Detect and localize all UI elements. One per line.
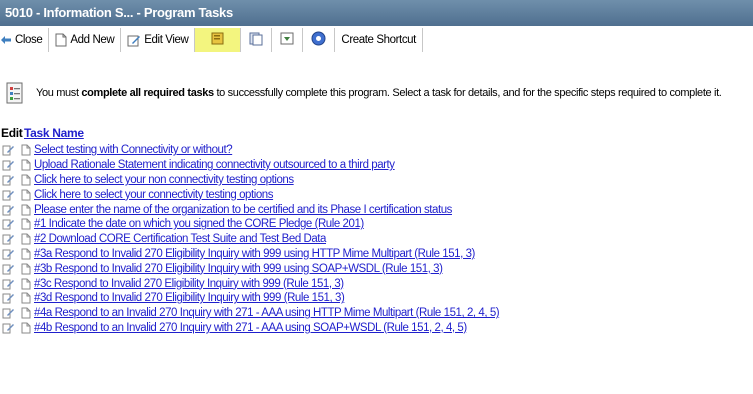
edit-view-button[interactable]: Edit View	[121, 28, 196, 52]
list-item: #2 Download CORE Certification Test Suit…	[0, 232, 753, 247]
note-icon	[211, 32, 225, 48]
task-link[interactable]: #3c Respond to Invalid 270 Eligibility I…	[34, 278, 344, 290]
create-shortcut-button[interactable]: Create Shortcut	[335, 28, 423, 52]
help-icon	[311, 31, 326, 49]
toolbar: Close Add New Edit View Create Shortcut	[0, 28, 753, 52]
task-link[interactable]: #4a Respond to an Invalid 270 Inquiry wi…	[34, 307, 500, 319]
task-link[interactable]: #3b Respond to Invalid 270 Eligibility I…	[34, 263, 443, 275]
list-item: Please enter the name of the organizatio…	[0, 202, 753, 217]
document-icon	[17, 233, 34, 245]
document-icon	[17, 144, 34, 156]
window-title: 5010 - Information S... - Program Tasks	[0, 0, 753, 26]
document-icon	[17, 218, 34, 230]
document-icon	[17, 189, 34, 201]
task-link[interactable]: Click here to select your connectivity t…	[34, 189, 274, 201]
list-item: #3a Respond to Invalid 270 Eligibility I…	[0, 247, 753, 262]
edit-view-icon	[127, 34, 141, 47]
help-button[interactable]	[303, 28, 336, 52]
highlighted-tool-button[interactable]	[195, 28, 242, 52]
task-link[interactable]: #1 Indicate the date on which you signed…	[34, 218, 364, 230]
list-item: #1 Indicate the date on which you signed…	[0, 217, 753, 232]
task-link[interactable]: Upload Rationale Statement indicating co…	[34, 159, 395, 171]
task-link[interactable]: #2 Download CORE Certification Test Suit…	[34, 233, 326, 245]
document-icon	[17, 292, 34, 304]
list-item: Click here to select your non connectivi…	[0, 173, 753, 188]
info-suffix: to successfully complete this program. S…	[213, 87, 722, 99]
info-message: You must complete all required tasks to …	[30, 87, 722, 99]
document-icon	[17, 278, 34, 290]
edit-pencil-icon[interactable]	[0, 278, 17, 290]
info-prefix: You must	[36, 87, 82, 99]
new-document-icon	[55, 33, 67, 47]
edit-pencil-icon[interactable]	[0, 248, 17, 260]
task-link[interactable]: Click here to select your non connectivi…	[34, 174, 294, 186]
create-shortcut-label: Create Shortcut	[341, 34, 416, 46]
close-label: Close	[15, 34, 43, 46]
view-options-button[interactable]	[241, 28, 273, 52]
edit-pencil-icon[interactable]	[0, 204, 17, 216]
info-emphasis: complete all required tasks	[81, 87, 214, 99]
document-icon	[17, 159, 34, 171]
document-icon	[17, 174, 34, 186]
task-link[interactable]: #3d Respond to Invalid 270 Eligibility I…	[34, 292, 345, 304]
list-header: Edit Task Name	[0, 126, 84, 142]
close-button[interactable]: Close	[0, 28, 50, 52]
list-item: Click here to select your connectivity t…	[0, 187, 753, 202]
document-icon	[17, 307, 34, 319]
task-name-sort-link[interactable]: Task Name	[24, 126, 84, 142]
pages-icon	[249, 32, 263, 49]
task-link[interactable]: Please enter the name of the organizatio…	[34, 204, 452, 216]
task-link[interactable]: #3a Respond to Invalid 270 Eligibility I…	[34, 248, 475, 260]
document-icon	[17, 248, 34, 260]
list-item: Upload Rationale Statement indicating co…	[0, 158, 753, 173]
task-list: Select testing with Connectivity or with…	[0, 143, 753, 335]
dropdown-box-icon	[280, 32, 294, 48]
edit-pencil-icon[interactable]	[0, 218, 17, 230]
document-icon	[17, 263, 34, 275]
list-item: Select testing with Connectivity or with…	[0, 143, 753, 158]
add-new-button[interactable]: Add New	[49, 28, 122, 52]
edit-pencil-icon[interactable]	[0, 159, 17, 171]
edit-pencil-icon[interactable]	[0, 144, 17, 156]
list-item: #4b Respond to an Invalid 270 Inquiry wi…	[0, 321, 753, 336]
edit-view-label: Edit View	[144, 34, 189, 46]
info-banner: You must complete all required tasks to …	[0, 78, 753, 108]
edit-column-header: Edit	[1, 126, 23, 140]
add-new-label: Add New	[70, 34, 115, 46]
edit-pencil-icon[interactable]	[0, 307, 17, 319]
edit-pencil-icon[interactable]	[0, 322, 17, 334]
document-icon	[17, 322, 34, 334]
edit-pencil-icon[interactable]	[0, 263, 17, 275]
list-item: #4a Respond to an Invalid 270 Inquiry wi…	[0, 306, 753, 321]
list-item: #3d Respond to Invalid 270 Eligibility I…	[0, 291, 753, 306]
edit-pencil-icon[interactable]	[0, 233, 17, 245]
task-link[interactable]: #4b Respond to an Invalid 270 Inquiry wi…	[34, 322, 467, 334]
task-link[interactable]: Select testing with Connectivity or with…	[34, 144, 233, 156]
edit-pencil-icon[interactable]	[0, 292, 17, 304]
edit-pencil-icon[interactable]	[0, 174, 17, 186]
checklist-icon	[0, 81, 30, 105]
list-item: #3c Respond to Invalid 270 Eligibility I…	[0, 276, 753, 291]
dropdown-tool-button[interactable]	[272, 28, 304, 52]
back-arrow-icon	[0, 35, 12, 45]
edit-pencil-icon[interactable]	[0, 189, 17, 201]
document-icon	[17, 204, 34, 216]
list-item: #3b Respond to Invalid 270 Eligibility I…	[0, 261, 753, 276]
